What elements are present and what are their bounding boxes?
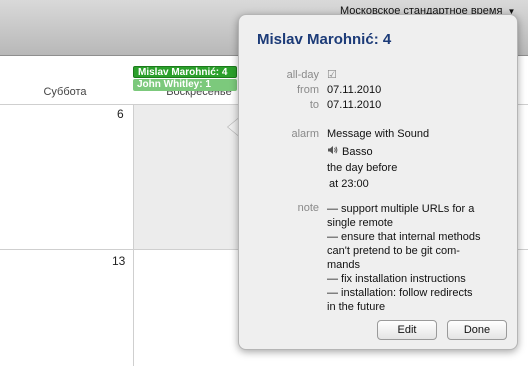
allday-checkbox[interactable]: ☑ (327, 68, 337, 81)
note-line: in the future (327, 301, 386, 313)
event-title: Mislav Marohnić: 4 (257, 31, 392, 48)
note-line: single remote (327, 217, 394, 229)
alarm-time: at 23:00 (329, 178, 369, 190)
date-number: 6 (117, 107, 124, 121)
note-line: — fix installation instructions (327, 273, 466, 285)
date-number: 13 (112, 254, 126, 268)
event-john-whitley[interactable]: John Whitley: 1 (133, 79, 237, 91)
note-text: — support multiple URLs for a single rem… (327, 202, 507, 314)
note-line: — ensure that internal methods (327, 231, 481, 243)
to-value: 07.11.2010 (327, 99, 382, 111)
from-label: from (297, 84, 319, 96)
note-line: can't pretend to be git com- (327, 245, 460, 257)
note-line: mands (327, 259, 361, 271)
note-line: — support multiple URLs for a (327, 203, 475, 215)
alarm-sound-row: Basso (327, 145, 373, 158)
day-header-saturday: Суббота (43, 86, 87, 98)
checkbox-icon: ☑ (327, 69, 337, 81)
done-button[interactable]: Done (447, 320, 507, 340)
allday-label: all-day (286, 69, 319, 81)
alarm-label: alarm (291, 128, 319, 140)
event-mislav-marohnic[interactable]: Mislav Marohnić: 4 (133, 66, 237, 78)
event-info-popover: Mislav Marohnić: 4 all-day ☑ from 07.11.… (238, 14, 518, 350)
from-value: 07.11.2010 (327, 84, 382, 96)
speaker-icon (328, 146, 338, 154)
alarm-sound: Basso (342, 146, 373, 158)
edit-button[interactable]: Edit (377, 320, 437, 340)
alarm-type: Message with Sound (327, 128, 430, 140)
note-line: — installation: follow redirects (327, 287, 473, 299)
alarm-when: the day before (327, 162, 398, 174)
to-label: to (309, 99, 319, 111)
day-divider (133, 104, 134, 366)
note-label: note (297, 202, 319, 214)
